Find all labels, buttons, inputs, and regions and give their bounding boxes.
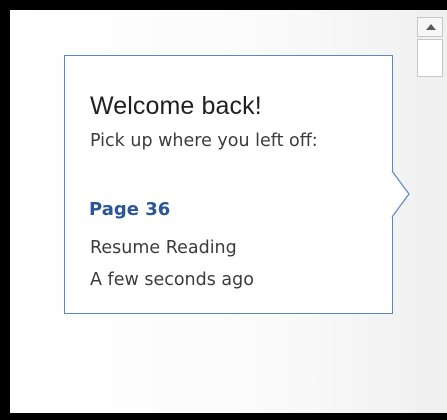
resume-page-link[interactable]: Page 36 bbox=[89, 199, 170, 220]
last-read-timestamp: A few seconds ago bbox=[90, 270, 254, 290]
callout-subtitle: Pick up where you left off: bbox=[90, 131, 318, 151]
triangle-up-icon bbox=[426, 24, 436, 30]
callout-title: Welcome back! bbox=[90, 92, 262, 120]
vertical-scrollbar[interactable] bbox=[415, 10, 447, 413]
scroll-thumb[interactable] bbox=[417, 39, 443, 77]
scroll-up-button[interactable] bbox=[417, 17, 443, 37]
resume-reading-label: Resume Reading bbox=[90, 238, 237, 258]
welcome-back-callout: Welcome back! Pick up where you left off… bbox=[64, 55, 393, 314]
callout-pointer bbox=[391, 170, 410, 218]
document-window: Welcome back! Pick up where you left off… bbox=[10, 10, 447, 413]
